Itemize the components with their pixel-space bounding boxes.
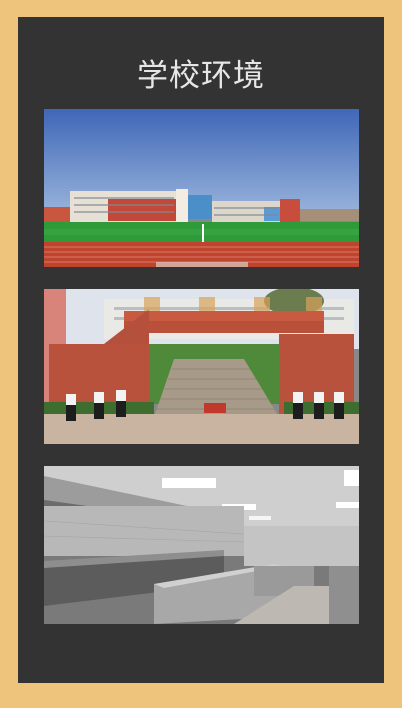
school-gate-photo[interactable] — [44, 289, 359, 444]
page-title: 学校环境 — [137, 58, 265, 94]
kitchen-photo[interactable] — [44, 466, 359, 624]
school-field-photo[interactable] — [44, 109, 359, 267]
